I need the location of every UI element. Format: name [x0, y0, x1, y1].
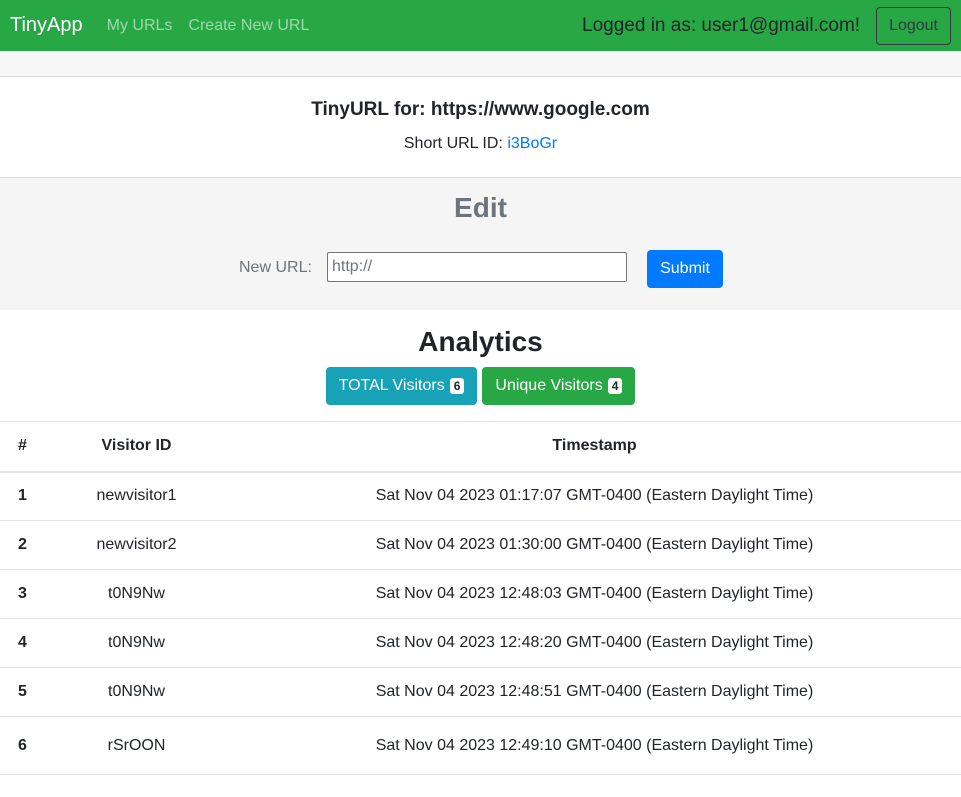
timestamp: Sat Nov 04 2023 12:48:20 GMT-0400 (Easte…: [228, 618, 961, 668]
timestamp: Sat Nov 04 2023 12:48:51 GMT-0400 (Easte…: [228, 667, 961, 717]
logout-button[interactable]: Logout: [876, 6, 951, 45]
timestamp: Sat Nov 04 2023 01:17:07 GMT-0400 (Easte…: [228, 471, 961, 521]
edit-form: New URL: Submit: [0, 250, 961, 288]
new-url-input[interactable]: [327, 252, 627, 282]
visitor-id: newvisitor1: [45, 471, 228, 521]
visitor-id: t0N9Nw: [45, 618, 228, 668]
navbar: TinyApp My URLs Create New URL Logged in…: [0, 0, 961, 51]
logged-in-text: Logged in as: user1@gmail.com!: [582, 14, 861, 36]
header-visitor-id: Visitor ID: [45, 421, 228, 473]
row-number: 4: [0, 618, 45, 668]
timestamp: Sat Nov 04 2023 12:48:03 GMT-0400 (Easte…: [228, 569, 961, 619]
row-number: 5: [0, 667, 45, 717]
analytics-buttons: TOTAL Visitors 6 Unique Visitors 4: [0, 367, 961, 405]
visitors-table: # Visitor ID Timestamp 1 newvisitor1 Sat…: [0, 421, 961, 775]
table-row: 1 newvisitor1 Sat Nov 04 2023 01:17:07 G…: [0, 471, 961, 521]
brand-link[interactable]: TinyApp: [10, 14, 83, 37]
visitor-id: t0N9Nw: [45, 667, 228, 717]
unique-visitors-button[interactable]: Unique Visitors 4: [482, 367, 636, 405]
total-visitors-count: 6: [449, 378, 465, 394]
url-info: TinyURL for: https://www.google.com Shor…: [0, 77, 961, 178]
short-url-line: Short URL ID: i3BoGr: [0, 135, 961, 153]
header-timestamp: Timestamp: [228, 421, 961, 473]
row-number: 1: [0, 471, 45, 521]
total-visitors-label: TOTAL Visitors: [338, 377, 445, 394]
header-number: #: [0, 421, 45, 473]
timestamp: Sat Nov 04 2023 01:30:00 GMT-0400 (Easte…: [228, 520, 961, 570]
row-number: 6: [0, 716, 45, 775]
edit-section: Edit New URL: Submit: [0, 178, 961, 310]
short-url-label: Short URL ID:: [403, 135, 503, 152]
total-visitors-button[interactable]: TOTAL Visitors 6: [325, 367, 478, 405]
timestamp: Sat Nov 04 2023 12:49:10 GMT-0400 (Easte…: [228, 716, 961, 775]
unique-visitors-count: 4: [607, 378, 623, 394]
page-header-strip: [0, 51, 961, 77]
table-row: 4 t0N9Nw Sat Nov 04 2023 12:48:20 GMT-04…: [0, 618, 961, 668]
table-row: 2 newvisitor2 Sat Nov 04 2023 01:30:00 G…: [0, 520, 961, 570]
nav-my-urls[interactable]: My URLs: [107, 17, 173, 35]
visitor-id: rSrOON: [45, 716, 228, 775]
short-url-link[interactable]: i3BoGr: [507, 135, 557, 152]
new-url-label: New URL:: [239, 259, 312, 276]
row-number: 2: [0, 520, 45, 570]
row-number: 3: [0, 569, 45, 619]
submit-button[interactable]: Submit: [647, 250, 723, 288]
visitor-id: t0N9Nw: [45, 569, 228, 619]
tinyurl-title: TinyURL for: https://www.google.com: [311, 99, 650, 120]
table-row: 3 t0N9Nw Sat Nov 04 2023 12:48:03 GMT-04…: [0, 569, 961, 619]
visitor-id: newvisitor2: [45, 520, 228, 570]
edit-title: Edit: [454, 192, 507, 223]
table-row: 5 t0N9Nw Sat Nov 04 2023 12:48:51 GMT-04…: [0, 667, 961, 717]
navbar-right: Logged in as: user1@gmail.com! Logout: [582, 6, 951, 45]
table-header-row: # Visitor ID Timestamp: [0, 421, 961, 473]
table-row: 6 rSrOON Sat Nov 04 2023 12:49:10 GMT-04…: [0, 716, 961, 775]
analytics-title: Analytics: [418, 326, 543, 357]
unique-visitors-label: Unique Visitors: [495, 377, 603, 394]
nav-create-new-url[interactable]: Create New URL: [188, 17, 309, 35]
